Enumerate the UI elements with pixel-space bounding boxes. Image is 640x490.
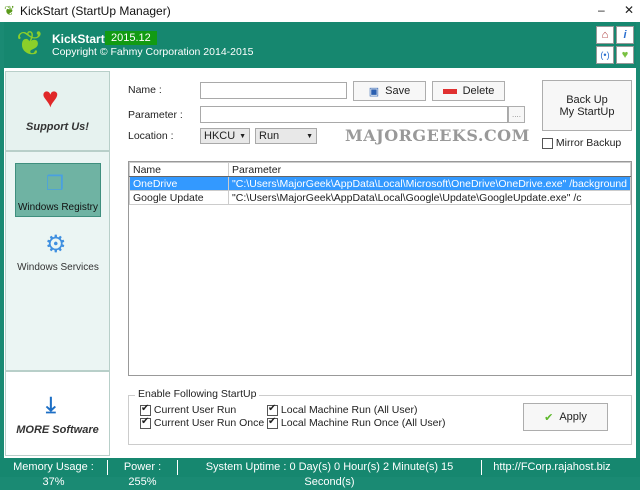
window-title: KickStart (StartUp Manager) — [20, 4, 171, 18]
name-label: Name : — [128, 84, 162, 96]
nav-windows-registry[interactable]: ❒ Windows Registry — [15, 163, 101, 217]
home-icon[interactable]: ⌂ — [596, 26, 614, 44]
name-input[interactable] — [200, 82, 347, 99]
nav-windows-services[interactable]: ⚙ Windows Services — [15, 230, 101, 278]
info-icon[interactable]: i — [616, 26, 634, 44]
table-row[interactable]: OneDrive "C:\Users\MajorGeek\AppData\Loca… — [128, 176, 631, 191]
backup-label-2: My StartUp — [559, 105, 615, 118]
chevron-down-icon: ▼ — [239, 132, 246, 140]
backup-label-1: Back Up — [566, 93, 608, 106]
mirror-backup-label: Mirror Backup — [555, 137, 622, 149]
nav-section: ❒ Windows Registry ⚙ Windows Services — [5, 151, 110, 371]
nav-services-label: Windows Services — [17, 262, 99, 273]
minimize-button[interactable]: – — [598, 3, 605, 17]
enable-startup-group: Enable Following StartUp Current User Ru… — [128, 388, 632, 445]
checkbox-icon — [140, 403, 151, 416]
title-bar: ❦ KickStart (StartUp Manager) – ✕ — [0, 0, 640, 22]
current-user-run-checkbox[interactable]: Current User Run — [140, 403, 237, 416]
download-icon: ⤓ — [46, 392, 56, 417]
column-name[interactable]: Name — [128, 162, 230, 177]
delete-label: Delete — [462, 85, 495, 97]
parameter-input[interactable] — [200, 106, 508, 123]
heart-plus-icon[interactable]: ♥ — [616, 46, 634, 64]
row-parameter: "C:\Users\MajorGeek\AppData\Local\Google… — [228, 190, 631, 205]
key-select[interactable]: Run ▼ — [255, 128, 317, 144]
checkbox-label: Current User Run Once — [153, 417, 265, 429]
checkbox-icon — [267, 416, 278, 429]
watermark: MAJORGEEKS.COM — [345, 126, 530, 145]
delete-button[interactable]: Delete — [432, 81, 505, 101]
more-software-button[interactable]: ⤓ MORE Software — [5, 371, 110, 456]
power-status: Power : 255% — [108, 460, 178, 488]
registry-cube-icon: ❒ — [46, 173, 64, 195]
nav-registry-label: Windows Registry — [17, 202, 99, 213]
support-us-button[interactable]: ♥ Support Us! — [5, 71, 110, 151]
system-uptime: System Uptime : 0 Day(s) 0 Hour(s) 2 Min… — [178, 460, 482, 488]
browse-button[interactable]: .... — [508, 106, 525, 123]
table-header: Name Parameter — [128, 162, 631, 177]
version-badge: 2015.12 — [105, 31, 157, 45]
key-value: Run — [259, 130, 280, 142]
broadcast-icon[interactable]: (•) — [596, 46, 614, 64]
close-button[interactable]: ✕ — [624, 3, 634, 17]
more-software-label: MORE Software — [16, 424, 99, 436]
backup-button[interactable]: Back Up My StartUp — [542, 80, 632, 131]
row-name: OneDrive — [128, 176, 230, 191]
app-header: ❦ KickStart 2015.12 Copyright © Fahmy Co… — [4, 22, 636, 68]
website-link[interactable]: http://FCorp.rajahost.biz — [482, 460, 622, 475]
copyright: Copyright © Fahmy Corporation 2014-2015 — [52, 46, 254, 58]
status-bar: Memory Usage : 37% Power : 255% System U… — [0, 458, 640, 488]
apply-button[interactable]: ✔ Apply — [523, 403, 608, 431]
row-name: Google Update — [128, 190, 230, 205]
app-name: KickStart — [52, 32, 105, 46]
checkbox-icon — [140, 416, 151, 429]
row-parameter: "C:\Users\MajorGeek\AppData\Local\Micros… — [228, 176, 631, 191]
floppy-icon: ▣ — [368, 85, 380, 98]
local-machine-run-checkbox[interactable]: Local Machine Run (All User) — [267, 403, 418, 416]
group-title: Enable Following StartUp — [135, 388, 260, 400]
checkbox-label: Local Machine Run (All User) — [280, 404, 418, 416]
current-user-run-once-checkbox[interactable]: Current User Run Once — [140, 416, 265, 429]
save-button[interactable]: ▣ Save — [353, 81, 426, 101]
save-label: Save — [385, 85, 411, 97]
hive-value: HKCU — [204, 130, 236, 142]
app-icon: ❦ — [4, 3, 15, 18]
table-row[interactable]: Google Update "C:\Users\MajorGeek\AppData… — [128, 190, 631, 205]
apply-label: Apply — [559, 411, 587, 423]
memory-usage: Memory Usage : 37% — [0, 460, 108, 488]
chevron-down-icon: ▼ — [306, 132, 313, 140]
parameter-label: Parameter : — [128, 109, 183, 121]
checkbox-label: Current User Run — [153, 404, 237, 416]
column-parameter[interactable]: Parameter — [228, 162, 631, 177]
gear-icon: ⚙ — [45, 231, 67, 258]
heart-icon: ♥ — [42, 82, 59, 113]
checkmark-icon: ✔ — [544, 411, 554, 424]
footprint-logo-icon: ❦ — [16, 25, 45, 63]
support-label: Support Us! — [26, 121, 89, 133]
minus-icon — [442, 88, 457, 94]
checkbox-icon — [267, 403, 278, 416]
location-label: Location : — [128, 130, 174, 142]
checkbox-label: Local Machine Run Once (All User) — [280, 417, 446, 429]
mirror-backup-checkbox[interactable]: Mirror Backup — [542, 137, 621, 149]
local-machine-run-once-checkbox[interactable]: Local Machine Run Once (All User) — [267, 416, 446, 429]
hive-select[interactable]: HKCU ▼ — [200, 128, 250, 144]
checkbox-icon — [542, 137, 553, 149]
startup-table: Name Parameter OneDrive "C:\Users\MajorGee… — [128, 161, 632, 376]
